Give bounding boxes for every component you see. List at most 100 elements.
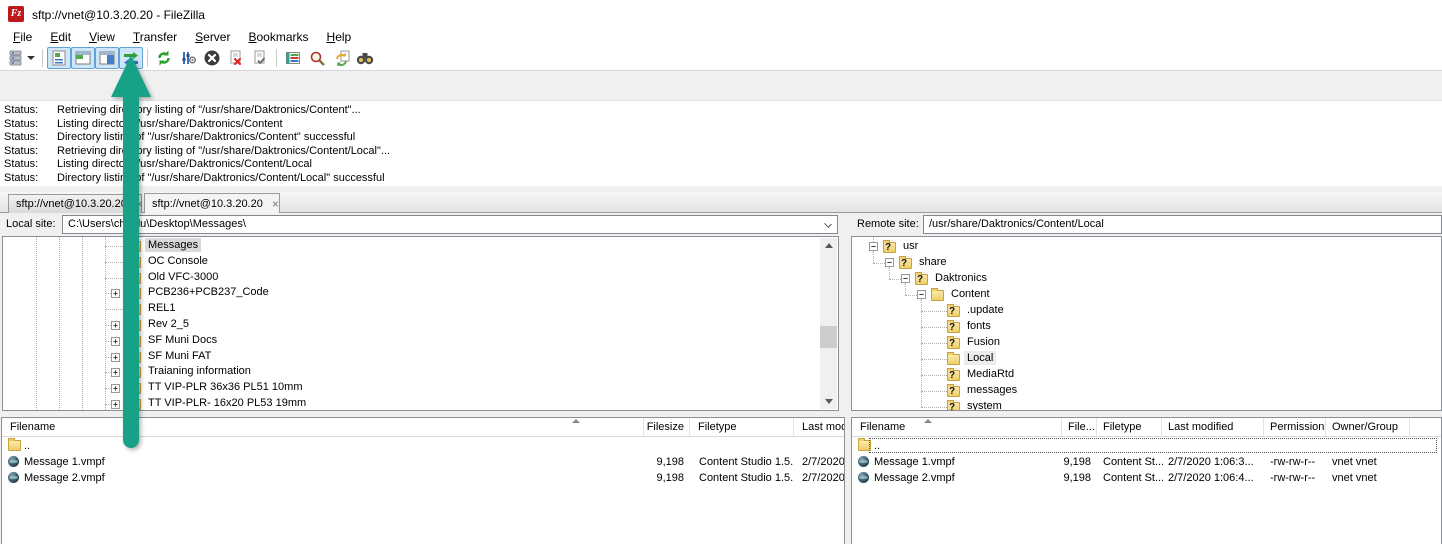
tree-item[interactable]: ?fonts [852,319,1441,335]
column-header-filetype[interactable]: Filetype [690,418,794,436]
tree-item-label: PCB236+PCB237_Code [145,285,272,299]
file-name: Message 2.vmpf [24,470,624,486]
log-line: Status:Listing directory /usr/share/Dakt… [0,158,1442,172]
connection-tab-2[interactable]: sftp://vnet@10.3.20.20 × [144,193,280,213]
find-files-button[interactable] [353,47,377,69]
tree-item-label: OC Console [145,254,211,268]
expand-icon[interactable] [111,321,120,330]
expand-icon[interactable] [111,337,120,346]
tab-close-icon[interactable]: × [272,199,279,209]
remote-directory-tree[interactable]: ?usr ? share ?Daktronics Content ? .update… [851,236,1442,411]
tree-item[interactable]: ?system [852,399,1441,411]
column-header-filename[interactable]: Filename [2,418,644,436]
tree-item[interactable]: ?usr [852,239,1441,255]
filter-button[interactable] [281,47,305,69]
disconnect-button[interactable] [224,47,248,69]
file-type: Content St... [1103,470,1163,486]
log-message: Directory listing of "/usr/share/Daktron… [57,131,355,145]
menu-view[interactable]: View [80,29,124,45]
log-message: Retrieving directory listing of "/usr/sh… [57,104,361,118]
remote-site-combobox[interactable]: /usr/share/Daktronics/Content/Local [923,215,1442,234]
expand-icon[interactable] [111,384,120,393]
column-header-filesize[interactable]: Filesize [644,418,690,436]
column-header-owner-group[interactable]: Owner/Group [1326,418,1410,436]
tree-item[interactable]: Local [852,351,1441,367]
menu-server[interactable]: Server [186,29,239,45]
collapse-icon[interactable] [885,258,894,267]
file-row[interactable]: Message 1.vmpf 9,198 Content Studio 1.5.… [2,454,844,470]
folder-unknown-icon: ? [947,306,960,317]
folder-unknown-icon: ? [947,370,960,381]
folder-unknown-icon: ? [915,274,928,285]
file-row[interactable]: Message 2.vmpf 9,198 Content St... 2/7/2… [852,470,1441,486]
collapse-icon[interactable] [869,242,878,251]
toggle-log-view-button[interactable] [47,47,71,69]
local-site-combobox[interactable]: C:\Users\chenlu\Desktop\Messages\ [62,215,838,234]
file-row[interactable]: Message 1.vmpf 9,198 Content St... 2/7/2… [852,454,1441,470]
process-queue-icon [180,50,196,66]
process-queue-button[interactable] [176,47,200,69]
menu-edit[interactable]: Edit [41,29,80,45]
toolbar-separator [276,49,277,67]
menu-help[interactable]: Help [318,29,361,45]
cancel-button[interactable] [200,47,224,69]
folder-unknown-icon: ? [947,338,960,349]
expand-icon[interactable] [111,400,120,409]
tree-item[interactable]: ?MediaRtd [852,367,1441,383]
toolbar [0,46,1442,71]
site-manager-button[interactable] [4,47,38,69]
file-name: Message 2.vmpf [874,470,1054,486]
file-size: 9,198 [562,470,684,486]
log-type: Status: [4,104,38,118]
file-size: 9,198 [1058,454,1091,470]
menu-transfer[interactable]: Transfer [124,29,186,45]
column-header-permissions[interactable]: Permissions [1264,418,1326,436]
remote-list-header: Filename File... Filetype Last modified … [852,418,1441,437]
collapse-icon[interactable] [917,290,926,299]
log-type: Status: [4,131,38,145]
file-row[interactable]: Message 2.vmpf 9,198 Content Studio 1.5.… [2,470,844,486]
expand-icon[interactable] [111,289,120,298]
tree-item-label: .update [964,303,1007,317]
tree-item[interactable]: ? .update [852,303,1441,319]
expand-icon[interactable] [111,353,120,362]
remote-file-list[interactable]: Filename File... Filetype Last modified … [851,417,1442,544]
tree-item-label: share [916,255,950,269]
tree-item[interactable]: Content [852,287,1441,303]
window-title: sftp://vnet@10.3.20.20 - FileZilla [32,8,205,22]
file-name: Message 1.vmpf [874,454,1054,470]
vertical-scrollbar[interactable] [820,238,837,409]
connection-tab-1[interactable]: sftp://vnet@10.3.20.20 × [8,194,142,213]
directory-comparison-button[interactable] [305,47,329,69]
arrow-head [111,55,151,97]
log-type: Status: [4,118,38,132]
column-header-filename[interactable]: Filename [852,418,1062,436]
tree-item[interactable]: ?Daktronics [852,271,1441,287]
column-header-filetype[interactable]: Filetype [1097,418,1162,436]
toggle-local-tree-button[interactable] [71,47,95,69]
tree-item[interactable]: ?messages [852,383,1441,399]
menu-file[interactable]: File [4,29,41,45]
tree-item[interactable]: ? share [852,255,1441,271]
menu-bookmarks[interactable]: Bookmarks [239,29,317,45]
column-header-lastmod[interactable]: Last mod [794,418,845,436]
scroll-down-button[interactable] [820,394,837,409]
tree-item[interactable]: ?Fusion [852,335,1441,351]
chevron-down-icon[interactable] [824,220,832,228]
synchronized-browsing-button[interactable] [329,47,353,69]
tree-item-label: TT VIP-PLR- 16x20 PL53 19mm [145,396,309,410]
scrollbar-thumb[interactable] [820,326,837,348]
folder-unknown-icon: ? [899,258,912,269]
reconnect-button[interactable] [248,47,272,69]
scroll-up-button[interactable] [820,238,837,253]
expand-icon[interactable] [111,368,120,377]
refresh-button[interactable] [152,47,176,69]
folder-icon [8,440,21,451]
site-manager-dropdown-icon[interactable] [27,56,35,60]
collapse-icon[interactable] [901,274,910,283]
file-row-parent-dir[interactable]: .. [852,438,1441,454]
column-header-lastmodified[interactable]: Last modified [1162,418,1264,436]
column-header-filesize[interactable]: File... [1062,418,1097,436]
arrow-shaft [123,95,139,448]
cancel-icon [203,49,221,67]
